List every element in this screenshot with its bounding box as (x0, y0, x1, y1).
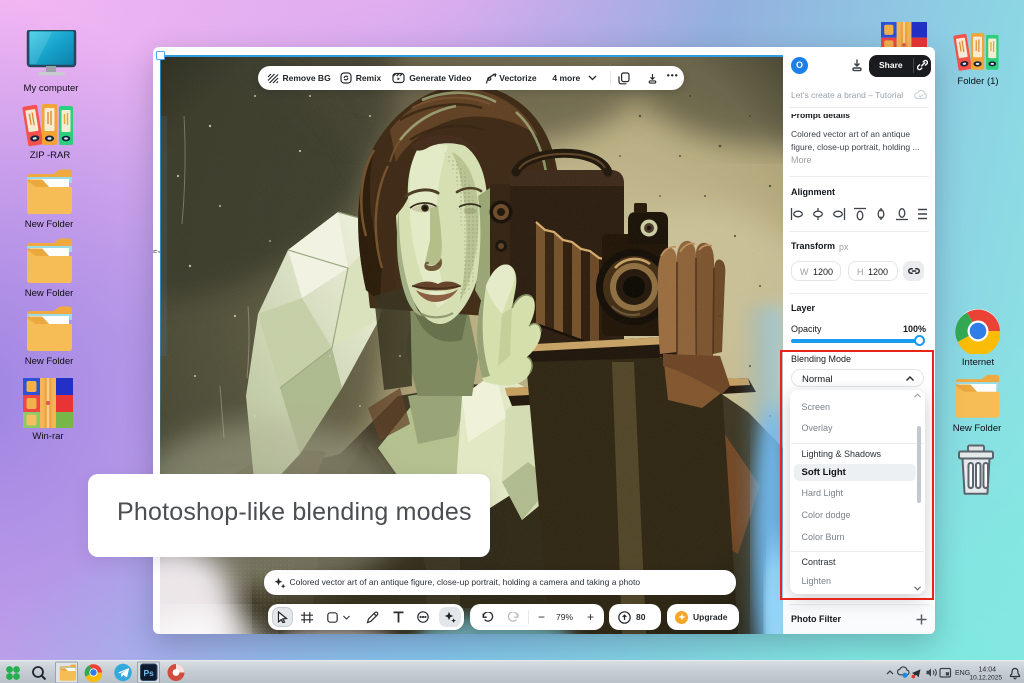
svg-text:Ps: Ps (143, 668, 154, 678)
svg-text:10.12.2025: 10.12.2025 (969, 675, 1002, 682)
svg-text:14:04: 14:04 (978, 667, 996, 674)
svg-text:ENG: ENG (955, 670, 970, 677)
